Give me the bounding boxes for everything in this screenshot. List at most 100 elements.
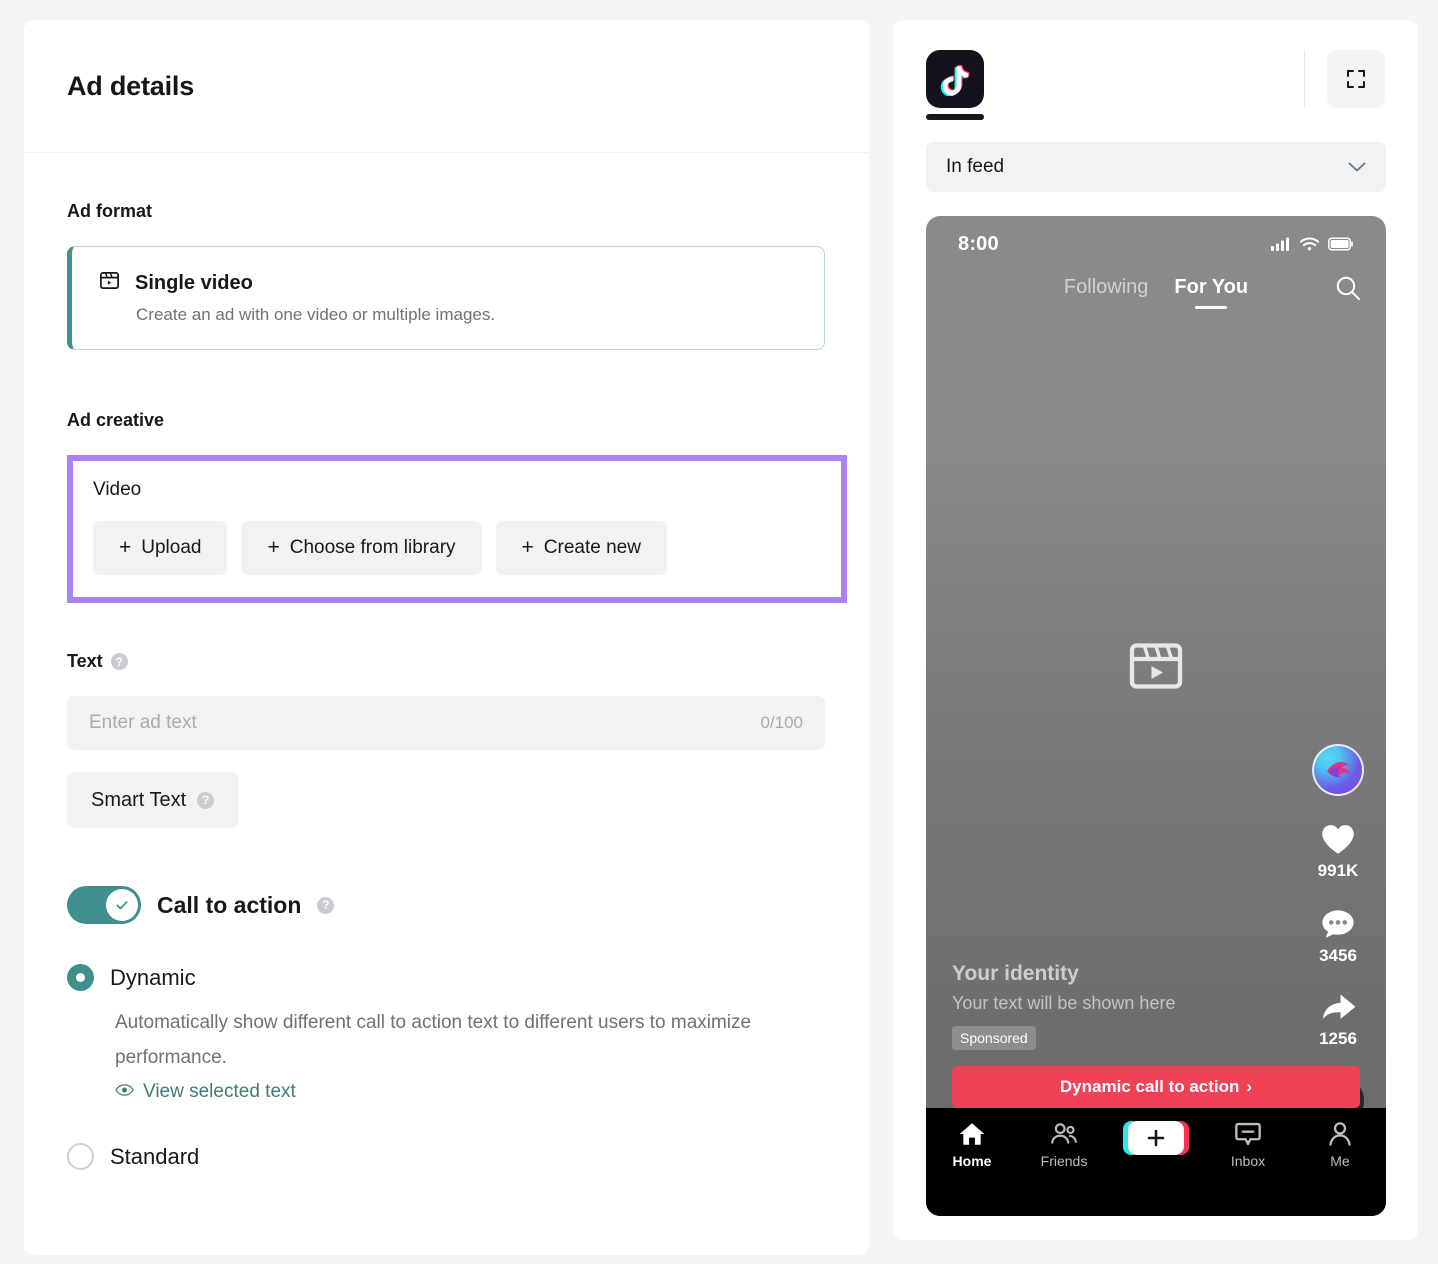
- chevron-right-icon: ›: [1246, 1077, 1252, 1097]
- radio-standard[interactable]: [67, 1143, 94, 1170]
- ad-format-card-single-video[interactable]: Single video Create an ad with one video…: [67, 246, 825, 350]
- cta-option-dynamic-description: Automatically show different call to act…: [115, 1005, 795, 1075]
- tab-bar-item-me[interactable]: Me: [1294, 1121, 1386, 1169]
- help-icon[interactable]: ?: [197, 792, 214, 809]
- tab-bar-label-friends: Friends: [1041, 1153, 1088, 1169]
- status-time: 8:00: [958, 233, 999, 256]
- like-count: 991K: [1318, 861, 1359, 881]
- phone-tab-bar: Home Friends: [926, 1108, 1386, 1216]
- upload-video-button-label: Upload: [141, 537, 201, 559]
- battery-icon: [1328, 237, 1354, 251]
- plus-icon: +: [119, 536, 131, 560]
- preview-header-actions: [1304, 50, 1385, 108]
- panel-body: Ad format Single video Create an ad with…: [24, 153, 869, 1170]
- ad-preview-panel: In feed 8:00: [893, 20, 1418, 1240]
- comment-action[interactable]: 3456: [1319, 907, 1357, 966]
- fullscreen-icon: [1344, 67, 1368, 91]
- create-new-button[interactable]: + Create new: [496, 521, 667, 575]
- placement-dropdown-value: In feed: [946, 156, 1004, 178]
- panel-header: Ad details: [24, 20, 869, 153]
- page-title: Ad details: [67, 71, 194, 102]
- upload-video-button[interactable]: + Upload: [93, 521, 227, 575]
- ad-format-card-description: Create an ad with one video or multiple …: [136, 305, 798, 325]
- tab-for-you[interactable]: For You: [1174, 276, 1248, 305]
- tab-bar-item-friends[interactable]: Friends: [1018, 1121, 1110, 1169]
- create-new-button-label: Create new: [544, 537, 641, 559]
- help-icon[interactable]: ?: [111, 653, 128, 670]
- home-icon: [958, 1121, 986, 1147]
- radio-dynamic[interactable]: [67, 964, 94, 991]
- help-icon[interactable]: ?: [317, 897, 334, 914]
- call-to-action-title: Call to action: [157, 892, 301, 919]
- video-source-button-row: + Upload + Choose from library + Create …: [93, 521, 821, 575]
- ad-text-char-counter: 0/100: [760, 713, 803, 733]
- feed-tabs: Following For You: [926, 276, 1386, 305]
- tab-bar-item-home[interactable]: Home: [926, 1121, 1018, 1169]
- placement-dropdown[interactable]: In feed: [926, 142, 1386, 192]
- plus-icon: +: [522, 536, 534, 560]
- tab-bar-item-create[interactable]: [1110, 1121, 1202, 1161]
- ad-text-input-placeholder: Enter ad text: [89, 712, 197, 734]
- ad-creative-section-label: Ad creative: [67, 410, 826, 431]
- video-clapperboard-icon: [1125, 636, 1187, 701]
- eye-icon: [115, 1081, 134, 1103]
- tab-bar-item-inbox[interactable]: Inbox: [1202, 1121, 1294, 1169]
- ad-text-input[interactable]: Enter ad text 0/100: [67, 696, 825, 750]
- wifi-icon: [1300, 237, 1319, 251]
- ad-overlay: Your identity Your text will be shown he…: [926, 962, 1386, 1108]
- plus-icon: +: [267, 536, 279, 560]
- search-icon[interactable]: [1334, 274, 1362, 307]
- tab-bar-label-inbox: Inbox: [1231, 1153, 1265, 1169]
- profile-icon: [1326, 1121, 1354, 1147]
- view-selected-text-link[interactable]: View selected text: [115, 1081, 296, 1103]
- avatar[interactable]: [1312, 744, 1364, 796]
- cta-option-dynamic[interactable]: Dynamic: [67, 964, 826, 991]
- status-icons: [1271, 237, 1354, 251]
- video-field-label: Video: [93, 479, 821, 501]
- header-divider: [1304, 50, 1305, 108]
- preview-cta-label: Dynamic call to action: [1060, 1077, 1240, 1097]
- ad-format-card-label: Single video: [135, 272, 253, 295]
- friends-icon: [1050, 1121, 1078, 1147]
- tiktok-brand: [926, 50, 984, 120]
- ad-text-section: Text ? Enter ad text 0/100 Smart Text ?: [67, 651, 826, 828]
- preview-header: [926, 50, 1385, 120]
- cta-option-standard[interactable]: Standard: [67, 1143, 826, 1170]
- comment-icon: [1319, 907, 1357, 941]
- cta-option-standard-label: Standard: [110, 1144, 199, 1170]
- tiktok-active-underline: [926, 114, 984, 120]
- video-upload-highlight-box: Video + Upload + Choose from library + C: [67, 455, 847, 603]
- call-to-action-toggle[interactable]: [67, 886, 141, 924]
- advertiser-identity: Your identity: [952, 962, 1360, 986]
- toggle-knob: [106, 889, 138, 921]
- preview-cta-button[interactable]: Dynamic call to action ›: [952, 1066, 1360, 1108]
- call-to-action-header: Call to action ?: [67, 886, 826, 924]
- sponsored-badge: Sponsored: [952, 1026, 1036, 1050]
- smart-text-button[interactable]: Smart Text ?: [67, 772, 238, 828]
- phone-status-bar: 8:00: [926, 216, 1386, 272]
- single-video-icon: [98, 269, 121, 298]
- heart-icon: [1319, 822, 1357, 856]
- ad-creative-section: Ad creative Video + Upload + Choose from…: [67, 410, 826, 603]
- chevron-down-icon: [1348, 161, 1366, 173]
- ad-text-label-row: Text ?: [67, 651, 826, 672]
- smart-text-button-label: Smart Text: [91, 789, 186, 812]
- phone-preview: 8:00: [926, 216, 1386, 1216]
- ad-format-section-label: Ad format: [67, 201, 826, 222]
- tab-bar-label-me: Me: [1330, 1153, 1349, 1169]
- create-plus-icon[interactable]: [1128, 1121, 1184, 1155]
- ad-preview-text: Your text will be shown here: [952, 993, 1360, 1014]
- app-root: Ad details Ad format Single video: [0, 0, 1438, 1264]
- tab-bar-label-home: Home: [953, 1153, 992, 1169]
- fullscreen-button[interactable]: [1327, 50, 1385, 108]
- ad-details-panel: Ad details Ad format Single video: [24, 20, 869, 1255]
- view-selected-text-label: View selected text: [143, 1081, 296, 1103]
- tiktok-logo-icon: [926, 50, 984, 108]
- choose-from-library-button-label: Choose from library: [290, 537, 456, 559]
- cellular-signal-icon: [1271, 237, 1291, 251]
- cta-option-dynamic-label: Dynamic: [110, 965, 196, 991]
- inbox-icon: [1234, 1121, 1262, 1147]
- tab-following[interactable]: Following: [1064, 276, 1148, 305]
- choose-from-library-button[interactable]: + Choose from library: [241, 521, 481, 575]
- like-action[interactable]: 991K: [1318, 822, 1359, 881]
